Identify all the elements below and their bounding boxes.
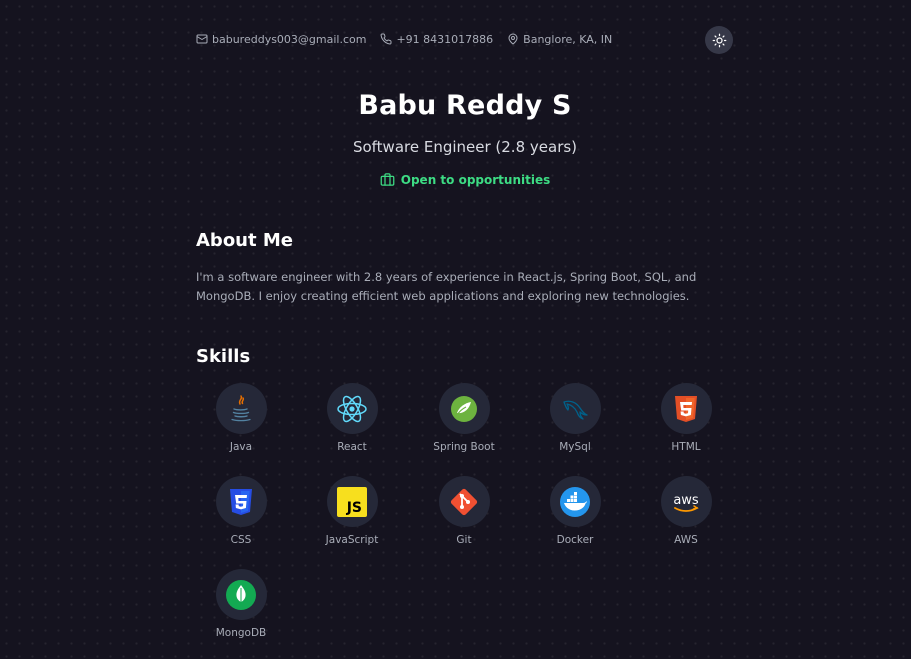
aws-icon: aws (673, 493, 699, 512)
contact-email[interactable]: babureddys003@gmail.com (196, 33, 366, 46)
skill-icon-circle (549, 383, 601, 434)
skill-label: Java (229, 441, 253, 453)
skill-label: AWS (674, 534, 698, 546)
svg-text:aws: aws (673, 493, 699, 508)
spring-boot-icon (451, 395, 477, 422)
skill-icon-circle: aws (660, 476, 712, 527)
contact-location: Banglore, KA, IN (507, 33, 612, 46)
skill-icon-circle (215, 383, 267, 434)
skill-label: Git (456, 534, 472, 546)
availability-text: Open to opportunities (400, 172, 551, 187)
phone-icon (381, 33, 392, 45)
svg-text:JS: JS (346, 500, 362, 516)
skill-label: MySql (559, 441, 591, 453)
mongodb-icon (226, 579, 256, 610)
email-text: babureddys003@gmail.com (212, 32, 367, 46)
about-text: I'm a software engineer with 2.8 years o… (196, 270, 697, 303)
skill-label: JavaScript (325, 534, 379, 546)
docker-icon (560, 486, 590, 517)
react-icon (337, 395, 367, 422)
sun-icon (712, 33, 726, 47)
mail-icon (196, 34, 208, 44)
skill-mongodb[interactable]: MongoDB (196, 569, 286, 639)
git-icon (450, 488, 478, 515)
contact-bar: babureddys003@gmail.com +91 8431017886 B… (196, 31, 626, 47)
java-icon (231, 394, 251, 421)
contact-phone[interactable]: +91 8431017886 (380, 33, 493, 46)
skill-spring-boot[interactable]: Spring Boot (419, 383, 509, 453)
skill-icon-circle (438, 383, 490, 434)
profile-role: Software Engineer (2.8 years) (352, 138, 578, 156)
skill-css[interactable]: CSS (196, 476, 286, 546)
skill-docker[interactable]: Docker (530, 476, 620, 546)
phone-text: +91 8431017886 (396, 32, 494, 46)
skill-label: MongoDB (215, 627, 267, 639)
theme-toggle-button[interactable] (705, 26, 733, 54)
skill-icon-circle (215, 476, 267, 527)
skill-label: CSS (230, 534, 252, 546)
briefcase-icon (380, 173, 395, 186)
skill-icon-circle (438, 476, 490, 527)
mysql-icon (563, 400, 588, 420)
css3-icon (230, 488, 252, 515)
javascript-icon: JS (337, 486, 367, 517)
profile-name: Babu Reddy S (358, 90, 572, 121)
skill-icon-circle (549, 476, 601, 527)
skill-react[interactable]: React (307, 383, 397, 453)
map-pin-icon (508, 33, 518, 45)
availability-status: Open to opportunities (196, 172, 734, 187)
skill-label: Docker (556, 534, 594, 546)
skill-label: React (337, 441, 367, 453)
skill-icon-circle (326, 383, 378, 434)
skill-html[interactable]: HTML (641, 383, 731, 453)
skill-mysql[interactable]: MySql (530, 383, 620, 453)
skill-aws[interactable]: aws AWS (641, 476, 731, 546)
skill-git[interactable]: Git (419, 476, 509, 546)
skill-icon-circle (660, 383, 712, 434)
skill-icon-circle (215, 569, 267, 620)
skill-javascript[interactable]: JS JavaScript (307, 476, 397, 546)
skills-heading: Skills (196, 346, 251, 367)
html5-icon (675, 395, 697, 422)
skill-label: HTML (671, 441, 701, 453)
about-heading: About Me (196, 230, 293, 251)
skill-label: Spring Boot (433, 441, 495, 453)
skill-icon-circle: JS (326, 476, 378, 527)
skill-java[interactable]: Java (196, 383, 286, 453)
location-text: Banglore, KA, IN (523, 32, 613, 46)
